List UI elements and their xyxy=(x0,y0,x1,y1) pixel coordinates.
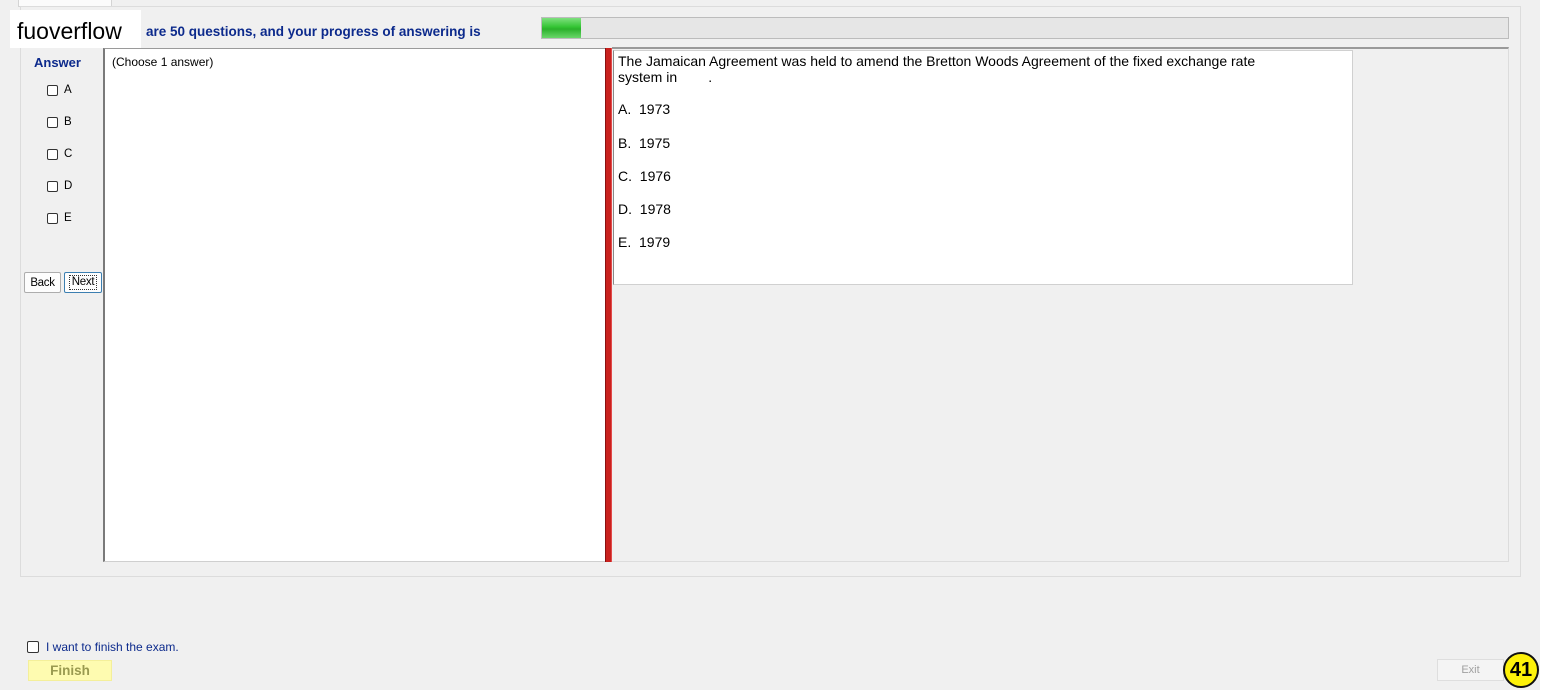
back-button[interactable]: Back xyxy=(24,272,61,293)
exam-window: fuoverflow are 50 questions, and your pr… xyxy=(0,0,1540,690)
finish-exam-checkbox-box[interactable] xyxy=(27,641,39,653)
checkbox-d[interactable] xyxy=(47,180,58,192)
finish-exam-checkbox-label[interactable]: I want to finish the exam. xyxy=(46,640,179,654)
exit-button[interactable]: Exit xyxy=(1437,659,1504,681)
progress-bar xyxy=(541,17,1509,39)
panel-splitter[interactable] xyxy=(605,48,612,562)
answer-option-label: A xyxy=(64,84,72,96)
answer-text-panel[interactable]: (Choose 1 answer) xyxy=(103,48,605,562)
finish-exam-checkbox[interactable]: I want to finish the exam. xyxy=(27,640,179,654)
answer-option-label: B xyxy=(64,116,72,128)
watermark-logo: fuoverflow xyxy=(10,10,141,48)
answer-instruction: (Choose 1 answer) xyxy=(112,55,214,69)
answer-option-label: C xyxy=(64,148,73,160)
checkbox-e[interactable] xyxy=(47,212,58,224)
question-text-line-2: system in . xyxy=(618,69,713,85)
progress-label: are 50 questions, and your progress of a… xyxy=(146,24,481,39)
answer-option-a[interactable]: A xyxy=(47,82,72,98)
next-button-label: Next xyxy=(68,275,98,290)
question-choice-e: E. 1979 xyxy=(618,234,671,250)
question-choice-a: A. 1973 xyxy=(618,101,671,117)
progress-bar-fill xyxy=(542,18,581,38)
answer-option-b[interactable]: B xyxy=(47,114,72,130)
question-choice-c: C. 1976 xyxy=(618,168,671,184)
checkbox-b[interactable] xyxy=(47,116,58,128)
answer-option-c[interactable]: C xyxy=(47,146,72,162)
answer-option-label: E xyxy=(64,212,72,224)
question-choice-d: D. 1978 xyxy=(618,201,671,217)
question-text: The Jamaican Agreement was held to amend… xyxy=(618,53,1318,85)
question-text-line-1: The Jamaican Agreement was held to amend… xyxy=(618,53,1256,69)
checkbox-c[interactable] xyxy=(47,148,58,160)
question-card: The Jamaican Agreement was held to amend… xyxy=(613,50,1353,285)
page-number-badge: 41 xyxy=(1503,652,1539,688)
answer-option-e[interactable]: E xyxy=(47,210,72,226)
question-choice-b: B. 1975 xyxy=(618,135,671,151)
checkbox-a[interactable] xyxy=(47,84,58,96)
finish-button[interactable]: Finish xyxy=(28,660,112,681)
answer-option-label: D xyxy=(64,180,73,192)
answer-heading: Answer xyxy=(34,55,81,70)
next-button[interactable]: Next xyxy=(64,272,102,293)
answer-option-d[interactable]: D xyxy=(47,178,72,194)
